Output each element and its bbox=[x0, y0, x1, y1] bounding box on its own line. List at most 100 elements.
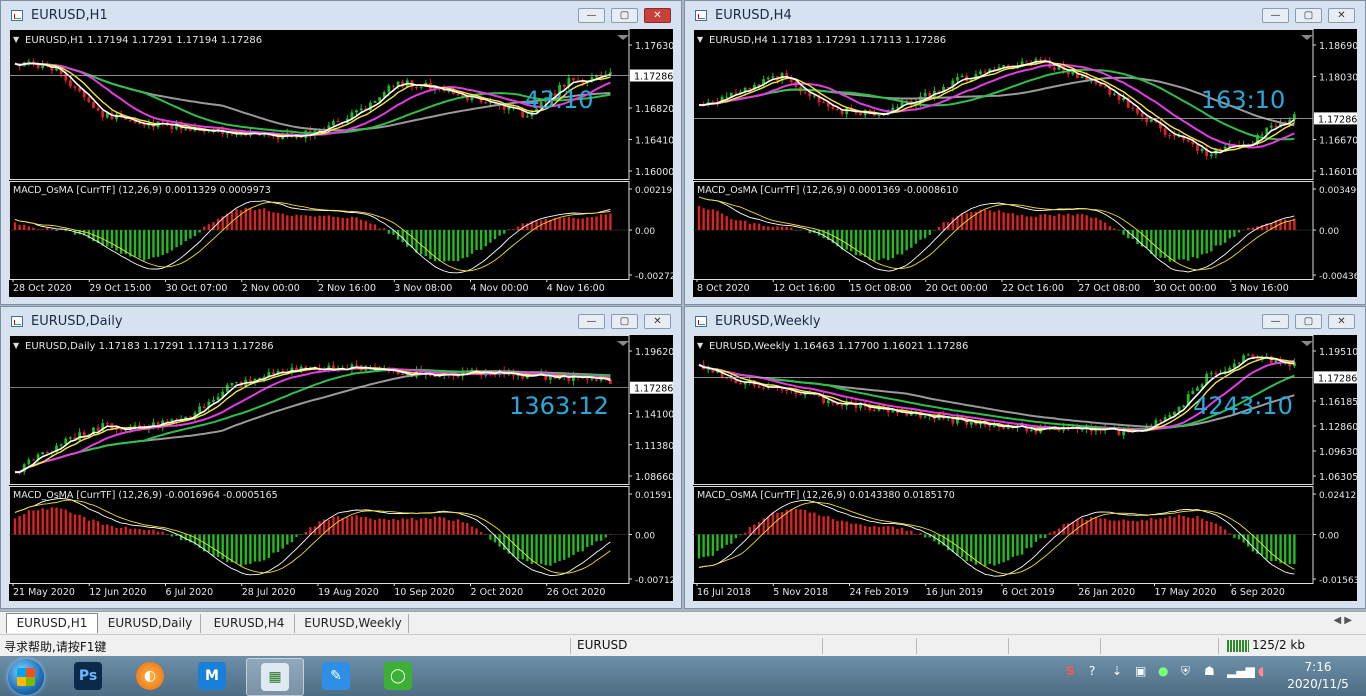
macd-histogram-bar bbox=[937, 226, 941, 230]
window-titlebar[interactable]: EURUSD,Daily — ▢ ✕ bbox=[1, 307, 681, 335]
macd-histogram-bar bbox=[1177, 514, 1181, 535]
candle-body bbox=[392, 85, 395, 87]
candle-body bbox=[373, 100, 377, 103]
price-chart[interactable]: ▼ EURUSD,H4 1.17183 1.17291 1.17113 1.172… bbox=[693, 29, 1357, 297]
macd-histogram-bar bbox=[346, 218, 349, 230]
chart-canvas[interactable]: ▼ EURUSD,H4 1.17183 1.17291 1.17113 1.172… bbox=[693, 29, 1357, 297]
window-titlebar[interactable]: EURUSD,H1 — ▢ ✕ bbox=[1, 1, 681, 29]
candle-body bbox=[960, 75, 964, 78]
tray-signal-icon[interactable]: ▂▄▆ bbox=[1227, 664, 1255, 678]
macd-histogram-bar bbox=[702, 208, 705, 230]
close-button[interactable]: ✕ bbox=[644, 314, 671, 329]
macd-histogram-bar bbox=[212, 534, 215, 557]
macd-histogram-bar bbox=[983, 534, 987, 567]
window-titlebar[interactable]: EURUSD,H4 — ▢ ✕ bbox=[685, 1, 1365, 29]
tab-eurusd-weekly[interactable]: EURUSD,Weekly bbox=[298, 614, 409, 633]
macd-histogram-bar bbox=[882, 230, 885, 259]
chart-window-icon bbox=[695, 10, 707, 21]
macd-histogram-bar bbox=[1187, 517, 1190, 535]
macd-signal-line bbox=[698, 196, 1295, 271]
price-chart[interactable]: ▼ EURUSD,Weekly 1.16463 1.17700 1.16021 1… bbox=[693, 335, 1357, 601]
macd-histogram-bar bbox=[960, 213, 964, 230]
candle-body bbox=[401, 373, 405, 375]
price-chart[interactable]: ▼ EURUSD,Daily 1.17183 1.17291 1.17113 1.… bbox=[9, 335, 673, 601]
macd-tick-label: 0.00 bbox=[1319, 227, 1339, 237]
macd-histogram-bar bbox=[1168, 516, 1171, 535]
macd-histogram-bar bbox=[267, 534, 271, 559]
tab-eurusd-h1[interactable]: EURUSD,H1 bbox=[6, 613, 98, 633]
time-tick-label: 2 Nov 00:00 bbox=[242, 283, 300, 294]
status-divider bbox=[1100, 638, 1101, 654]
clock-time: 7:16 bbox=[1304, 660, 1332, 674]
tab-eurusd-h4[interactable]: EURUSD,H4 bbox=[204, 614, 295, 633]
time-tick-label: 29 Oct 15:00 bbox=[89, 283, 151, 294]
window-titlebar[interactable]: EURUSD,Weekly — ▢ ✕ bbox=[685, 307, 1365, 335]
start-button[interactable] bbox=[8, 659, 44, 695]
clock-date: 2020/11/5 bbox=[1287, 677, 1349, 691]
time-tick-label: 22 Oct 16:00 bbox=[1002, 283, 1064, 294]
tray-wechat-icon[interactable]: ● bbox=[1158, 664, 1168, 678]
minimize-button[interactable]: — bbox=[578, 8, 605, 23]
chart-window-weekly[interactable]: EURUSD,Weekly — ▢ ✕ ▼ EURUSD,Weekly 1.164… bbox=[684, 306, 1366, 609]
price-tick-label: 1.11380 bbox=[635, 441, 673, 452]
tray-network-icon[interactable]: ⛨ bbox=[1181, 664, 1190, 679]
macd-histogram-bar bbox=[599, 534, 603, 541]
macd-histogram-bar bbox=[23, 224, 26, 230]
chart-canvas[interactable]: ▼ EURUSD,Daily 1.17183 1.17291 1.17113 1.… bbox=[9, 335, 673, 601]
macd-tick-label: -0.004365 bbox=[1319, 272, 1357, 282]
price-chart[interactable]: ▼ EURUSD,H1 1.17194 1.17291 1.17194 1.172… bbox=[9, 29, 673, 297]
close-button[interactable]: ✕ bbox=[644, 8, 671, 23]
minimize-button[interactable]: — bbox=[578, 314, 605, 329]
chart-window-h4[interactable]: EURUSD,H4 — ▢ ✕ ▼ EURUSD,H4 1.17183 1.172… bbox=[684, 0, 1366, 305]
minimize-button[interactable]: — bbox=[1262, 8, 1289, 23]
candle-body bbox=[419, 86, 423, 88]
taskbar-metatrader[interactable]: ▦ bbox=[246, 658, 304, 696]
macd-histogram-bar bbox=[785, 226, 788, 230]
candle-body bbox=[822, 102, 826, 104]
macd-histogram-bar bbox=[1099, 220, 1102, 230]
tab-scroll-arrows[interactable]: ◀ ▶ bbox=[1333, 615, 1352, 626]
maximize-button[interactable]: ▢ bbox=[611, 8, 638, 23]
tray-volume-icon[interactable]: ◖ bbox=[1258, 664, 1264, 678]
tray-pin-icon[interactable]: ⇣ bbox=[1112, 664, 1122, 678]
macd-histogram-bar bbox=[27, 226, 31, 230]
tray-sogou-icon[interactable]: S bbox=[1066, 664, 1075, 678]
macd-histogram-bar bbox=[110, 526, 114, 535]
chart-window-h1[interactable]: EURUSD,H1 — ▢ ✕ ▼ EURUSD,H1 1.17194 1.172… bbox=[0, 0, 682, 305]
macd-histogram-bar bbox=[46, 509, 49, 535]
taskbar-notes[interactable]: ✎ bbox=[308, 658, 364, 694]
macd-histogram-bar bbox=[1196, 515, 1199, 535]
tray-app-icon[interactable]: ▣ bbox=[1135, 664, 1146, 678]
taskbar-wechat[interactable]: ◯ bbox=[370, 658, 426, 694]
time-tick-label: 4 Nov 16:00 bbox=[547, 283, 605, 294]
macd-histogram-bar bbox=[216, 534, 220, 557]
macd-histogram-bar bbox=[1214, 523, 1218, 535]
tray-security-icon[interactable]: ☗ bbox=[1204, 664, 1215, 678]
candle-body bbox=[45, 452, 49, 454]
macd-histogram-bar bbox=[161, 230, 164, 256]
taskbar-clock[interactable]: 7:16 2020/11/5 bbox=[1282, 659, 1354, 693]
tray-help-icon[interactable]: ? bbox=[1089, 664, 1095, 678]
minimize-button[interactable]: — bbox=[1262, 314, 1289, 329]
tab-eurusd-daily[interactable]: EURUSD,Daily bbox=[100, 614, 201, 633]
candle-body bbox=[105, 423, 109, 425]
taskbar-browser[interactable]: ◐ bbox=[122, 658, 178, 694]
macd-histogram-bar bbox=[609, 213, 612, 230]
macd-histogram-bar bbox=[993, 534, 996, 566]
candle-body bbox=[1237, 362, 1241, 364]
close-button[interactable]: ✕ bbox=[1328, 314, 1355, 329]
price-tick-label: 1.16820 bbox=[635, 104, 673, 115]
taskbar-app-m[interactable]: M bbox=[184, 658, 240, 694]
maximize-button[interactable]: ▢ bbox=[1295, 314, 1322, 329]
windows-logo-icon bbox=[17, 668, 35, 686]
maximize-button[interactable]: ▢ bbox=[611, 314, 638, 329]
taskbar-photoshop[interactable]: Ps bbox=[60, 658, 116, 694]
close-button[interactable]: ✕ bbox=[1328, 8, 1355, 23]
time-tick-label: 20 Oct 00:00 bbox=[926, 283, 988, 294]
chart-canvas[interactable]: ▼ EURUSD,H1 1.17194 1.17291 1.17194 1.172… bbox=[9, 29, 673, 297]
macd-histogram-bar bbox=[1039, 534, 1042, 539]
chart-window-daily[interactable]: EURUSD,Daily — ▢ ✕ ▼ EURUSD,Daily 1.17183… bbox=[0, 306, 682, 609]
chart-canvas[interactable]: ▼ EURUSD,Weekly 1.16463 1.17700 1.16021 1… bbox=[693, 335, 1357, 601]
candle-body bbox=[1112, 93, 1116, 95]
maximize-button[interactable]: ▢ bbox=[1295, 8, 1322, 23]
